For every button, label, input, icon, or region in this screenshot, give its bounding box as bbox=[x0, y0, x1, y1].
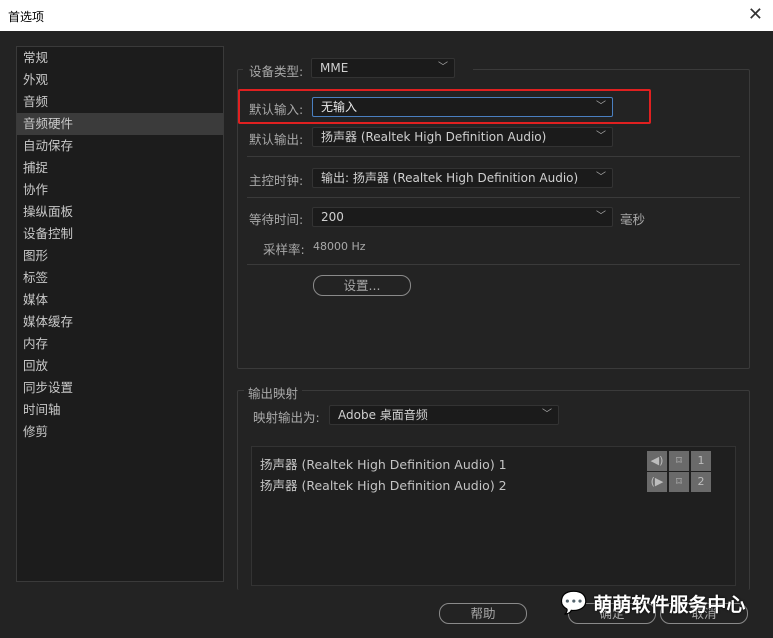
sidebar-item[interactable]: 音频硬件 bbox=[17, 113, 223, 135]
latency-unit: 毫秒 bbox=[620, 212, 646, 227]
sidebar-item[interactable]: 协作 bbox=[17, 179, 223, 201]
divider bbox=[247, 197, 740, 198]
watermark: 💬 萌萌软件服务中心 bbox=[560, 590, 745, 617]
output-mapping-title: 输出映射 bbox=[244, 383, 303, 402]
divider bbox=[247, 264, 740, 265]
sidebar-item[interactable]: 操纵面板 bbox=[17, 201, 223, 223]
wechat-icon: 💬 bbox=[560, 591, 588, 616]
chevron-down-icon: ﹀ bbox=[596, 131, 606, 142]
chevron-down-icon: ﹀ bbox=[438, 62, 448, 73]
channel-number: 1 bbox=[691, 451, 711, 471]
frame-icon[interactable]: ⌑ bbox=[669, 472, 689, 492]
master-clock-label: 主控时钟: bbox=[249, 173, 304, 188]
sidebar: 常规 外观 音频 音频硬件 自动保存 捕捉 协作 操纵面板 设备控制 图形 标签 媒体 媒体缓存 内存 回放… bbox=[16, 46, 224, 582]
default-output-value: 扬声器 (Realtek High Definition Audio) bbox=[321, 130, 547, 144]
chevron-down-icon: ﹀ bbox=[596, 211, 606, 222]
sidebar-item[interactable]: 标签 bbox=[17, 267, 223, 289]
sidebar-item[interactable]: 自动保存 bbox=[17, 135, 223, 157]
sidebar-item[interactable]: 设备控制 bbox=[17, 223, 223, 245]
title-bar: 首选项 ✕ bbox=[0, 0, 773, 31]
sidebar-item[interactable]: 同步设置 bbox=[17, 377, 223, 399]
map-to-value: Adobe 桌面音频 bbox=[338, 408, 428, 422]
master-clock-dropdown[interactable]: 输出: 扬声器 (Realtek High Definition Audio) ﹀ bbox=[312, 168, 613, 188]
default-input-dropdown[interactable]: 无输入 ﹀ bbox=[312, 97, 613, 117]
map-to-dropdown[interactable]: Adobe 桌面音频 ﹀ bbox=[329, 405, 559, 425]
help-button[interactable]: 帮助 bbox=[439, 603, 527, 624]
sidebar-item[interactable]: 捕捉 bbox=[17, 157, 223, 179]
sidebar-item[interactable]: 音频 bbox=[17, 91, 223, 113]
watermark-text: 萌萌软件服务中心 bbox=[593, 594, 746, 616]
channel-number: 2 bbox=[691, 472, 711, 492]
chevron-down-icon: ﹀ bbox=[596, 101, 606, 112]
default-output-dropdown[interactable]: 扬声器 (Realtek High Definition Audio) ﹀ bbox=[312, 127, 613, 147]
sidebar-item[interactable]: 媒体缓存 bbox=[17, 311, 223, 333]
channel-name: 扬声器 (Realtek High Definition Audio) 1 bbox=[260, 457, 507, 472]
device-type-label: 设备类型: bbox=[249, 64, 304, 79]
speaker-right-icon[interactable]: (▶ bbox=[647, 472, 667, 492]
master-clock-value: 输出: 扬声器 (Realtek High Definition Audio) bbox=[321, 171, 579, 185]
sample-rate-label: 采样率: bbox=[263, 242, 305, 257]
speaker-left-icon[interactable]: ◀) bbox=[647, 451, 667, 471]
map-to-label: 映射输出为: bbox=[253, 410, 320, 425]
sidebar-item[interactable]: 外观 bbox=[17, 69, 223, 91]
device-type-dropdown[interactable]: MME ﹀ bbox=[311, 58, 455, 78]
divider bbox=[247, 156, 740, 157]
default-input-value: 无输入 bbox=[321, 100, 358, 114]
window-title: 首选项 bbox=[8, 10, 45, 24]
settings-button[interactable]: 设置... bbox=[313, 275, 411, 296]
latency-dropdown[interactable]: 200 ﹀ bbox=[312, 207, 613, 227]
sidebar-item[interactable]: 回放 bbox=[17, 355, 223, 377]
frame-icon[interactable]: ⌑ bbox=[669, 451, 689, 471]
channel-name: 扬声器 (Realtek High Definition Audio) 2 bbox=[260, 478, 507, 493]
latency-value: 200 bbox=[321, 210, 344, 224]
sidebar-item[interactable]: 修剪 bbox=[17, 421, 223, 443]
sidebar-item[interactable]: 图形 bbox=[17, 245, 223, 267]
sidebar-item[interactable]: 内存 bbox=[17, 333, 223, 355]
sample-rate-value: 48000 Hz bbox=[313, 240, 366, 253]
sidebar-item[interactable]: 时间轴 bbox=[17, 399, 223, 421]
default-input-label: 默认输入: bbox=[249, 102, 304, 117]
chevron-down-icon: ﹀ bbox=[596, 172, 606, 183]
default-output-label: 默认输出: bbox=[249, 132, 304, 147]
latency-label: 等待时间: bbox=[249, 212, 304, 227]
device-type-value: MME bbox=[320, 61, 349, 75]
sidebar-item[interactable]: 媒体 bbox=[17, 289, 223, 311]
chevron-down-icon: ﹀ bbox=[542, 409, 552, 420]
sidebar-item[interactable]: 常规 bbox=[17, 47, 223, 69]
close-icon[interactable]: ✕ bbox=[748, 4, 763, 25]
